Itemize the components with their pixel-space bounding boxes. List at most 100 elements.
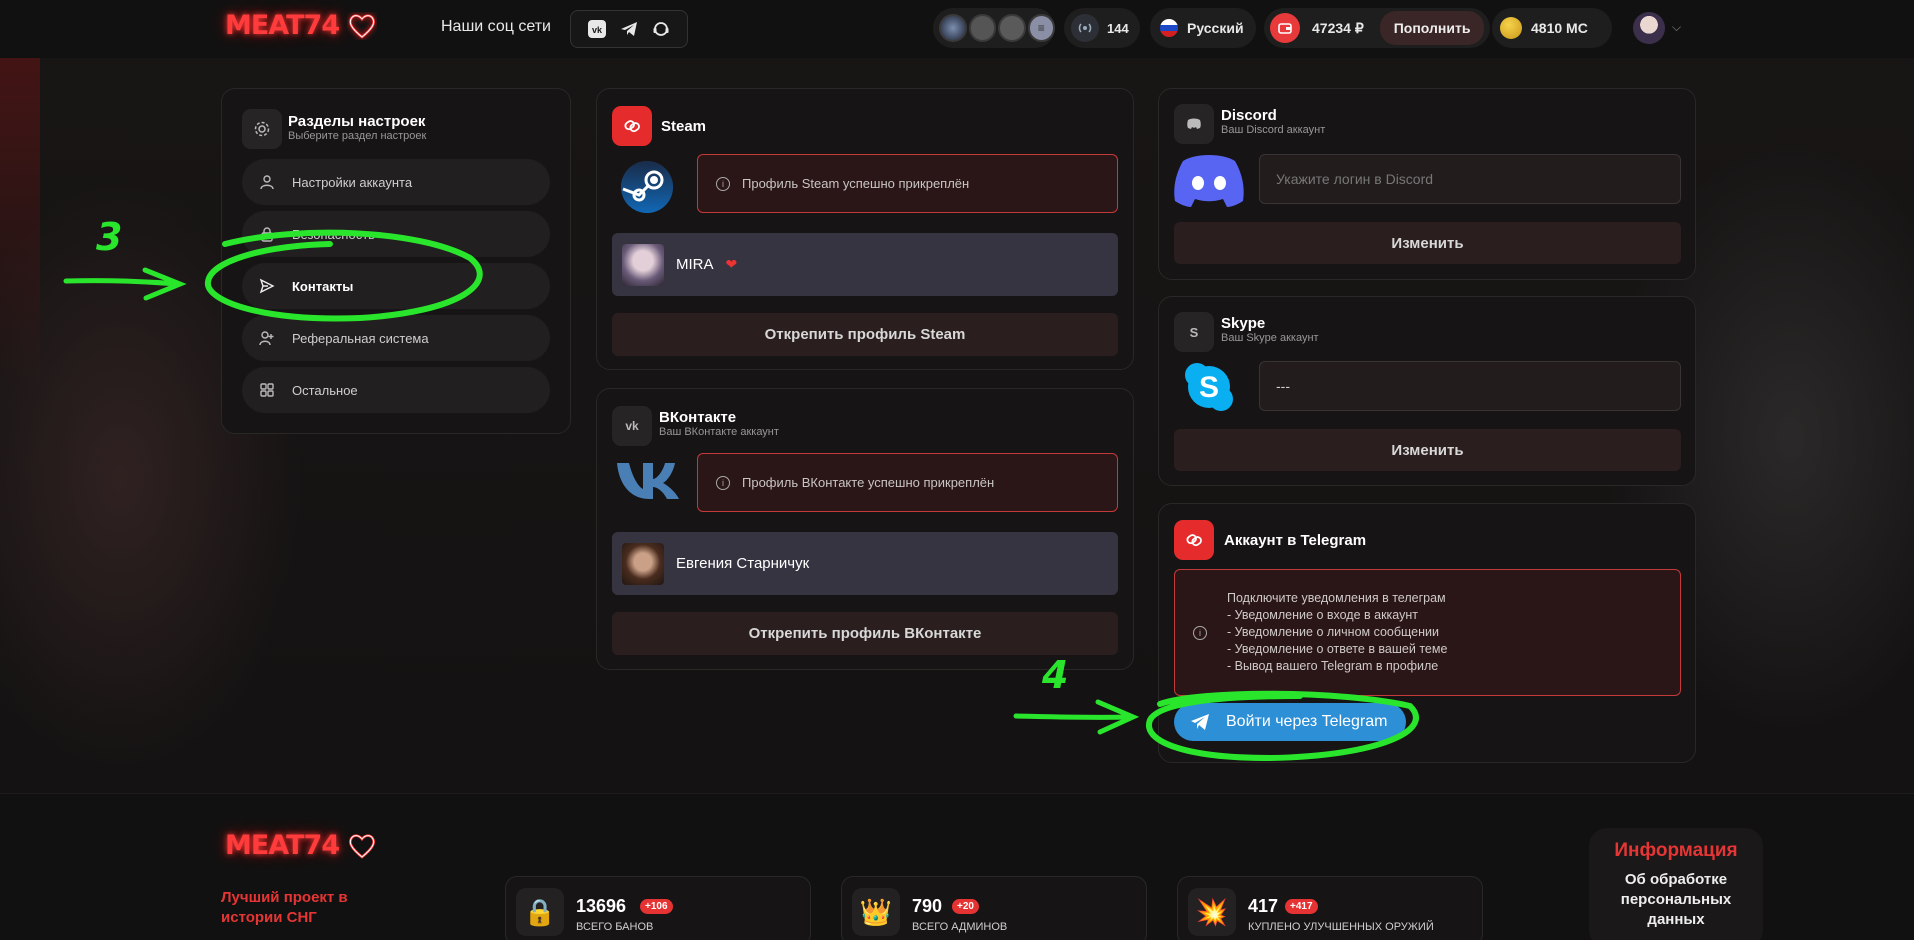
- skype-title: Skype: [1221, 315, 1266, 332]
- grid-icon: [256, 379, 278, 401]
- online-count: 144: [1107, 20, 1129, 36]
- site-logo[interactable]: MEAT74: [225, 10, 377, 41]
- social-label: Наши соц сети: [441, 18, 551, 35]
- settings-sidebar: Разделы настроек Выберите раздел настрое…: [221, 88, 571, 434]
- footer-slogan: Лучший проект в истории СНГ: [221, 888, 348, 928]
- top-header: MEAT74 Наши соц сети vk ≡ 144 Русский 47…: [0, 0, 1914, 58]
- sidebar-item-label: Контакты: [292, 278, 354, 294]
- vk-username: Евгения Старничук: [676, 555, 810, 572]
- discord-login-input[interactable]: Укажите логин в Discord: [1259, 154, 1681, 204]
- telegram-line: - Уведомление о входе в аккаунт: [1227, 608, 1418, 622]
- language-label: Русский: [1187, 20, 1244, 36]
- discord-change-button[interactable]: Изменить: [1174, 222, 1681, 264]
- skype-icon: S: [1174, 312, 1214, 352]
- telegram-info-alert: i Подключите уведомления в телеграм - Ув…: [1174, 569, 1681, 696]
- vk-icon: vk: [612, 406, 652, 446]
- telegram-line: Подключите уведомления в телеграм: [1227, 591, 1446, 605]
- stat-value: 13696: [576, 896, 627, 916]
- skype-login-input[interactable]: ---: [1259, 361, 1681, 411]
- sidebar-item-label: Остальное: [292, 382, 358, 398]
- info-box[interactable]: Информация Об обработке персональных дан…: [1589, 828, 1763, 940]
- avatar: [622, 542, 664, 585]
- avatar: [968, 14, 996, 42]
- stat-value: 790: [912, 896, 943, 916]
- slogan-line: истории СНГ: [221, 909, 317, 926]
- sidebar-item-other[interactable]: Остальное: [242, 367, 550, 413]
- sidebar-item-label: Настройки аккаунта: [292, 174, 413, 190]
- send-icon: [256, 275, 278, 297]
- steam-user[interactable]: MIRA ❤: [612, 233, 1118, 296]
- sidebar-item-label: Безопасность: [292, 226, 375, 242]
- steam-title: Steam: [661, 118, 707, 135]
- vk-subtitle: Ваш ВКонтакте аккаунт: [659, 426, 779, 438]
- topup-button[interactable]: Пополнить: [1379, 11, 1485, 45]
- sidebar-subtitle: Выберите раздел настроек: [288, 130, 427, 142]
- telegram-login-label: Войти через Telegram: [1226, 713, 1388, 730]
- slogan-line: Лучший проект в: [221, 889, 348, 906]
- skype-change-button[interactable]: Изменить: [1174, 429, 1681, 471]
- stat-admins: 👑 790 +20 всего админов: [841, 876, 1147, 940]
- vk-success-alert: i Профиль ВКонтакте успешно прикреплён: [697, 453, 1118, 512]
- stat-weapons: 💥 417 +417 куплено улучшенных оружий: [1177, 876, 1483, 940]
- user-plus-icon: [256, 327, 278, 349]
- online-avatars[interactable]: ≡: [933, 8, 1055, 48]
- skype-subtitle: Ваш Skype аккаунт: [1221, 332, 1319, 344]
- link-icon: [612, 106, 652, 146]
- support-icon[interactable]: [651, 19, 671, 39]
- unlink-vk-button[interactable]: Открепить профиль ВКонтакте: [612, 612, 1118, 655]
- info-line: данных: [1647, 911, 1705, 928]
- vk-icon[interactable]: vk: [587, 19, 607, 39]
- vk-user[interactable]: Евгения Старничук: [612, 532, 1118, 595]
- heart-icon: [349, 833, 376, 859]
- gear-icon: [242, 109, 282, 149]
- info-icon: i: [1193, 625, 1207, 640]
- vk-alert-text: Профиль ВКонтакте успешно прикреплён: [742, 475, 995, 490]
- sidebar-item-contacts[interactable]: Контакты: [242, 263, 550, 309]
- avatar: [939, 14, 967, 42]
- user-avatar[interactable]: [1633, 12, 1665, 44]
- social-links: vk: [570, 10, 688, 48]
- lock-icon: 🔒: [516, 888, 564, 936]
- chevron-down-icon[interactable]: ⌵: [1672, 20, 1681, 35]
- svg-text:vk: vk: [592, 25, 603, 35]
- online-counter: 144: [1064, 8, 1140, 48]
- mc-balance: 4810 MC: [1492, 8, 1612, 48]
- svg-text:S: S: [1199, 371, 1219, 404]
- coin-icon: [1500, 17, 1522, 39]
- stat-badge: +20: [952, 899, 979, 914]
- stat-badge: +106: [640, 899, 673, 914]
- heart-icon: ❤: [725, 256, 738, 272]
- user-icon: [256, 171, 278, 193]
- footer-logo[interactable]: MEAT74: [225, 830, 377, 861]
- language-selector[interactable]: Русский: [1150, 8, 1256, 48]
- stat-label: куплено улучшенных оружий: [1248, 921, 1434, 933]
- telegram-line: - Уведомление о ответе в вашей теме: [1227, 642, 1448, 656]
- broadcast-icon: [1071, 14, 1099, 42]
- info-line: персональных: [1620, 891, 1732, 908]
- sidebar-title: Разделы настроек: [288, 113, 426, 130]
- logo-text: MEAT74: [225, 10, 340, 41]
- discord-icon: [1174, 104, 1214, 144]
- unlink-steam-button[interactable]: Открепить профиль Steam: [612, 313, 1118, 356]
- lock-icon: [256, 223, 278, 245]
- info-line: Об обработке: [1624, 871, 1728, 888]
- stat-label: всего банов: [576, 921, 654, 933]
- sidebar-item-referral[interactable]: Реферальная система: [242, 315, 550, 361]
- stat-badge: +417: [1285, 899, 1318, 914]
- telegram-icon[interactable]: [619, 19, 639, 39]
- stat-label: всего админов: [912, 921, 1008, 933]
- sidebar-item-account[interactable]: Настройки аккаунта: [242, 159, 550, 205]
- discord-subtitle: Ваш Discord аккаунт: [1221, 124, 1326, 136]
- telegram-login-button[interactable]: Войти через Telegram: [1174, 703, 1406, 741]
- logo-text: MEAT74: [225, 830, 340, 861]
- balance-value: 47234 ₽: [1312, 19, 1364, 36]
- info-icon: i: [716, 475, 730, 490]
- sidebar-item-security[interactable]: Безопасность: [242, 211, 550, 257]
- discord-title: Discord: [1221, 107, 1277, 124]
- more-users-icon: ≡: [1027, 14, 1055, 42]
- vk-logo-icon: [617, 463, 679, 499]
- telegram-line: - Уведомление о личном сообщении: [1227, 625, 1439, 639]
- balance-pill: 47234 ₽ Пополнить: [1264, 8, 1490, 48]
- mc-value: 4810 MC: [1531, 20, 1588, 36]
- avatar: [998, 14, 1026, 42]
